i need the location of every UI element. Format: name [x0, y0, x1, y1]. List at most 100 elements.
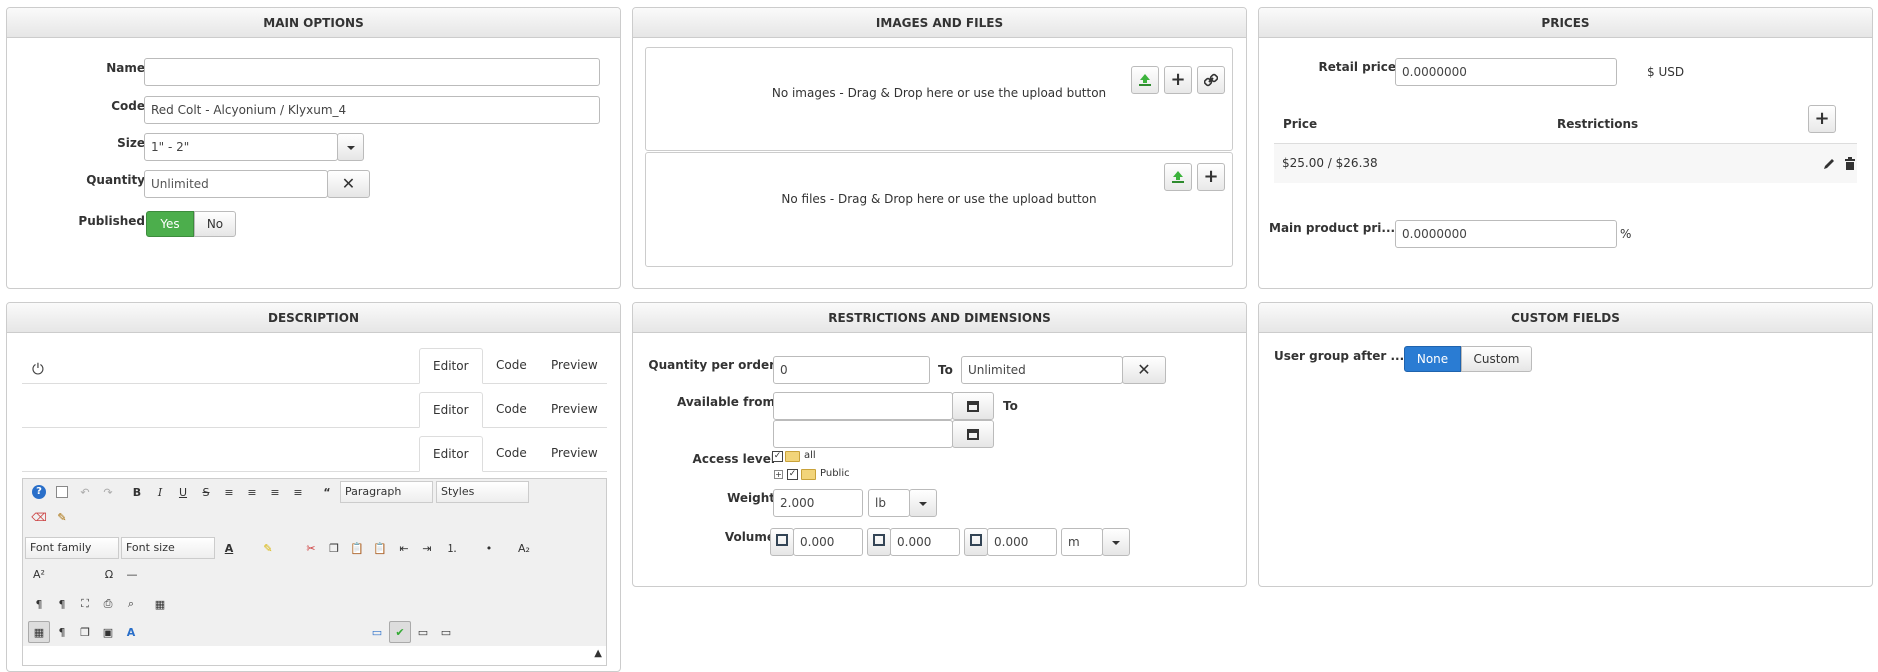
files-dropzone[interactable]: No files - Drag & Drop here or use the u…	[645, 152, 1233, 267]
main-price-input[interactable]: 0.0000000	[1395, 220, 1617, 248]
font-size-select[interactable]: Font size	[121, 537, 215, 559]
underline-icon[interactable]: U	[172, 481, 194, 503]
italic-icon[interactable]: I	[149, 481, 171, 503]
styleprops-icon[interactable]: A	[120, 621, 142, 643]
name-input[interactable]	[144, 58, 600, 86]
volume-width-input[interactable]: 0.000	[890, 528, 960, 556]
styles-select[interactable]: Styles	[436, 481, 529, 503]
tab-editor[interactable]: Editor	[419, 436, 483, 472]
available-to-calendar-button[interactable]	[952, 420, 994, 448]
ltr-icon[interactable]: ¶	[28, 593, 50, 615]
help-icon[interactable]: ?	[28, 481, 50, 503]
find-icon[interactable]: ⌕	[120, 593, 142, 615]
fullscreen-icon[interactable]: ⛶	[74, 593, 96, 615]
image-icon[interactable]: ▭	[366, 621, 388, 643]
volume-length-input[interactable]: 0.000	[793, 528, 863, 556]
table-icon[interactable]: ▦	[149, 593, 171, 615]
link-image-button[interactable]	[1197, 66, 1225, 94]
retail-price-input[interactable]: 0.0000000	[1395, 58, 1617, 86]
outdent-icon[interactable]: ⇤	[393, 537, 415, 559]
special-char-icon[interactable]: Ω	[98, 563, 120, 585]
qty-to-input[interactable]: Unlimited	[961, 356, 1123, 384]
qty-to-clear-button[interactable]: ✕	[1122, 356, 1166, 384]
undo-icon[interactable]: ↶	[74, 481, 96, 503]
upload-file-button[interactable]	[1164, 163, 1192, 191]
text-color-icon[interactable]: A	[218, 537, 240, 559]
available-from-input[interactable]	[773, 392, 953, 420]
strikethrough-icon[interactable]: S	[195, 481, 217, 503]
new-document-icon[interactable]	[51, 481, 73, 503]
add-image-button[interactable]: +	[1164, 66, 1192, 94]
volume-unit-select[interactable]: m	[1061, 528, 1103, 556]
highlight-icon[interactable]: ✎	[257, 537, 279, 559]
tab-preview[interactable]: Preview	[538, 436, 611, 472]
numbered-list-icon[interactable]: ⒈	[441, 537, 463, 559]
redo-icon[interactable]: ↷	[97, 481, 119, 503]
bullet-list-icon[interactable]: •	[478, 537, 500, 559]
media-icon[interactable]: ▣	[97, 621, 119, 643]
print-icon[interactable]: ⎙	[97, 593, 119, 615]
paragraph-select[interactable]: Paragraph	[340, 481, 433, 503]
align-right-icon[interactable]: ≡	[287, 481, 309, 503]
align-center-icon[interactable]: ≡	[241, 481, 263, 503]
code-input[interactable]: Red Colt - Alcyonium / Klyxum_4	[144, 96, 600, 124]
paste-text-icon[interactable]: 📋	[369, 537, 391, 559]
add-file-button[interactable]: +	[1197, 163, 1225, 191]
superscript-icon[interactable]: A²	[28, 563, 50, 585]
align-justify-icon[interactable]: ≡	[218, 481, 240, 503]
user-group-none-button[interactable]: None	[1404, 346, 1461, 372]
show-blocks-icon[interactable]: ¶	[51, 621, 73, 643]
weight-unit-dropdown-button[interactable]	[909, 489, 937, 517]
volume-unit-dropdown-button[interactable]	[1102, 528, 1130, 556]
images-dropzone[interactable]: No images - Drag & Drop here or use the …	[645, 47, 1233, 151]
quantity-input[interactable]: Unlimited	[144, 170, 328, 198]
align-left-icon[interactable]: ≡	[264, 481, 286, 503]
clean-icon[interactable]: ✎	[51, 506, 73, 528]
quantity-clear-button[interactable]: ✕	[327, 170, 370, 198]
restrictions-panel: RESTRICTIONS AND DIMENSIONS Quantity per…	[632, 302, 1247, 587]
editor-content[interactable]: ▲	[22, 646, 607, 666]
spellcheck-icon[interactable]: ✔	[389, 621, 411, 643]
horizontal-rule-icon[interactable]: —	[121, 563, 143, 585]
copy-icon[interactable]: ❐	[323, 537, 345, 559]
size-dropdown-button[interactable]	[337, 133, 364, 161]
qty-from-input[interactable]: 0	[773, 356, 930, 384]
visual-aid-icon[interactable]: ▦	[28, 621, 50, 643]
volume-height-input[interactable]: 0.000	[987, 528, 1057, 556]
tab-editor[interactable]: Editor	[419, 392, 483, 428]
trash-icon[interactable]	[1843, 157, 1857, 171]
tab-code[interactable]: Code	[483, 436, 540, 472]
scroll-up-icon[interactable]: ▲	[594, 648, 602, 659]
weight-unit-select[interactable]: lb	[868, 489, 910, 517]
access-public-checkbox[interactable]: ✓	[787, 469, 798, 480]
rtl-icon[interactable]: ¶	[51, 593, 73, 615]
cut-icon[interactable]: ✂	[300, 537, 322, 559]
template-icon[interactable]: ❐	[74, 621, 96, 643]
available-to-input[interactable]	[773, 420, 953, 448]
layer-icon[interactable]: ▭	[412, 621, 434, 643]
subscript-icon[interactable]: A₂	[513, 537, 535, 559]
add-price-button[interactable]: +	[1808, 105, 1836, 133]
access-all-checkbox[interactable]: ✓	[772, 451, 783, 462]
pencil-icon[interactable]	[1822, 157, 1836, 171]
bold-icon[interactable]: B	[126, 481, 148, 503]
published-no-button[interactable]: No	[194, 211, 236, 237]
tab-preview[interactable]: Preview	[538, 348, 611, 384]
published-yes-button[interactable]: Yes	[146, 211, 194, 237]
indent-icon[interactable]: ⇥	[416, 537, 438, 559]
eraser-icon[interactable]: ⌫	[28, 506, 50, 528]
tab-code[interactable]: Code	[483, 392, 540, 428]
font-family-select[interactable]: Font family	[25, 537, 119, 559]
size-select[interactable]: 1" - 2"	[144, 133, 338, 161]
paste-icon[interactable]: 📋	[346, 537, 368, 559]
expand-icon[interactable]: +	[774, 470, 783, 479]
tab-code[interactable]: Code	[483, 348, 540, 384]
tab-editor[interactable]: Editor	[419, 348, 483, 384]
blockquote-icon[interactable]: “	[316, 481, 338, 503]
weight-input[interactable]: 2.000	[773, 489, 863, 517]
tab-preview[interactable]: Preview	[538, 392, 611, 428]
user-group-custom-button[interactable]: Custom	[1461, 346, 1532, 372]
available-from-calendar-button[interactable]	[952, 392, 994, 420]
iframe-icon[interactable]: ▭	[435, 621, 457, 643]
upload-image-button[interactable]	[1131, 66, 1159, 94]
